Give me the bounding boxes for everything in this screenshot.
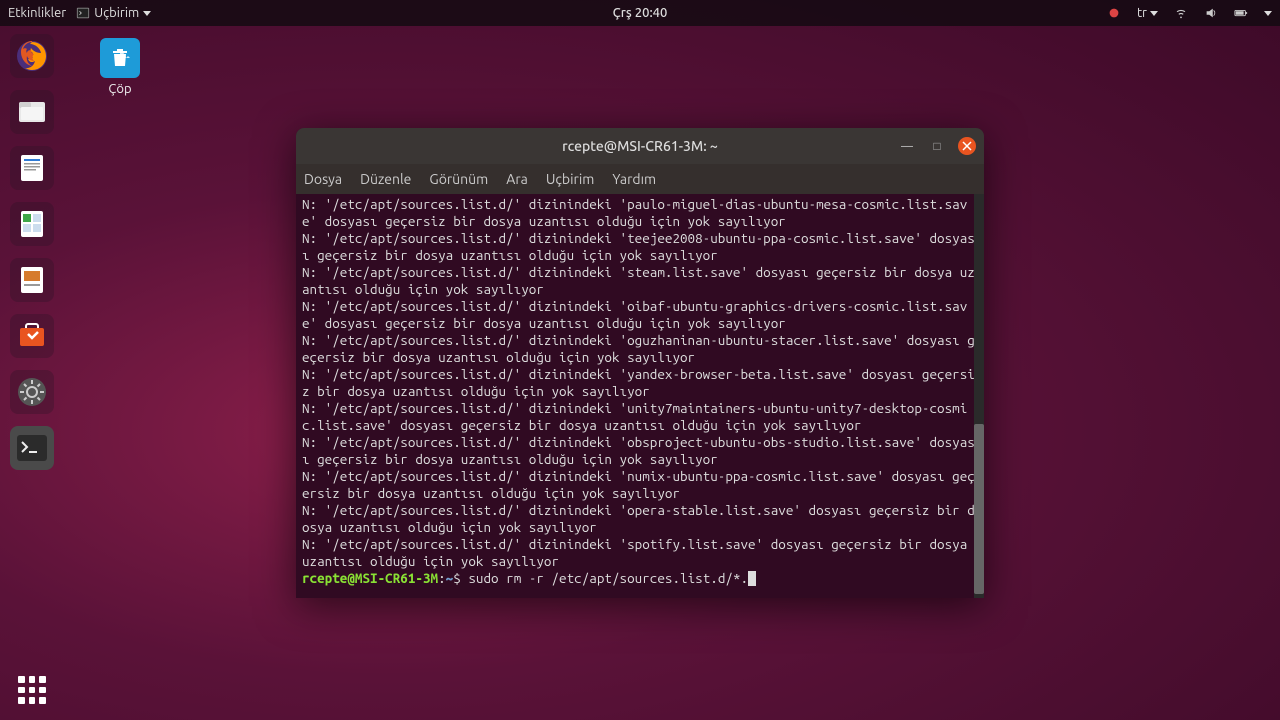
menu-terminal[interactable]: Uçbirim (546, 171, 594, 187)
menubar: Dosya Düzenle Görünüm Ara Uçbirim Yardım (296, 164, 984, 194)
close-icon (962, 141, 972, 151)
gear-icon (16, 376, 48, 408)
impress-icon (16, 264, 48, 296)
menu-search[interactable]: Ara (506, 171, 528, 187)
terminal-app-icon (76, 6, 90, 20)
activities-button[interactable]: Etkinlikler (8, 6, 66, 20)
menu-view[interactable]: Görünüm (429, 171, 488, 187)
window-title: rcepte@MSI-CR61-3M: ~ (562, 138, 718, 154)
minimize-button[interactable]: — (898, 137, 916, 155)
scrollbar[interactable] (974, 194, 984, 598)
menu-edit[interactable]: Düzenle (360, 171, 411, 187)
titlebar[interactable]: rcepte@MSI-CR61-3M: ~ — □ (296, 128, 984, 164)
volume-icon[interactable] (1204, 6, 1218, 20)
top-panel: Etkinlikler Uçbirim Çrş 20:40 tr (0, 0, 1280, 26)
scroll-thumb[interactable] (974, 424, 984, 594)
battery-icon[interactable] (1234, 6, 1248, 20)
menu-file[interactable]: Dosya (304, 171, 342, 187)
dock (0, 26, 64, 720)
software-icon (16, 320, 48, 352)
firefox-icon (15, 39, 49, 73)
chevron-down-icon (143, 11, 151, 16)
dock-impress[interactable] (10, 258, 54, 302)
terminal-output[interactable]: N: '/etc/apt/sources.list.d/' dizinindek… (296, 194, 984, 598)
dock-calc[interactable] (10, 202, 54, 246)
dock-writer[interactable] (10, 146, 54, 190)
network-icon[interactable] (1174, 6, 1188, 20)
close-button[interactable] (958, 137, 976, 155)
app-menu-label: Uçbirim (94, 6, 139, 20)
screencast-icon[interactable] (1107, 6, 1121, 20)
terminal-icon (17, 435, 47, 461)
app-menu[interactable]: Uçbirim (76, 6, 151, 20)
clock[interactable]: Çrş 20:40 (613, 6, 668, 20)
desktop-trash[interactable]: Çöp (100, 38, 140, 96)
apps-grid-icon (18, 676, 46, 704)
terminal-window: rcepte@MSI-CR61-3M: ~ — □ Dosya Düzenle … (296, 128, 984, 598)
maximize-button[interactable]: □ (928, 137, 946, 155)
keyboard-layout-indicator[interactable]: tr (1137, 6, 1158, 20)
writer-icon (16, 152, 48, 184)
show-applications[interactable] (18, 676, 46, 704)
dock-software[interactable] (10, 314, 54, 358)
trash-icon (100, 38, 140, 78)
trash-label: Çöp (108, 82, 131, 96)
dock-firefox[interactable] (10, 34, 54, 78)
dock-files[interactable] (10, 90, 54, 134)
files-icon (16, 96, 48, 128)
system-menu-icon[interactable] (1264, 11, 1272, 16)
dock-terminal[interactable] (10, 426, 54, 470)
chevron-down-icon (1150, 11, 1158, 16)
menu-help[interactable]: Yardım (612, 171, 656, 187)
calc-icon (16, 208, 48, 240)
dock-settings[interactable] (10, 370, 54, 414)
